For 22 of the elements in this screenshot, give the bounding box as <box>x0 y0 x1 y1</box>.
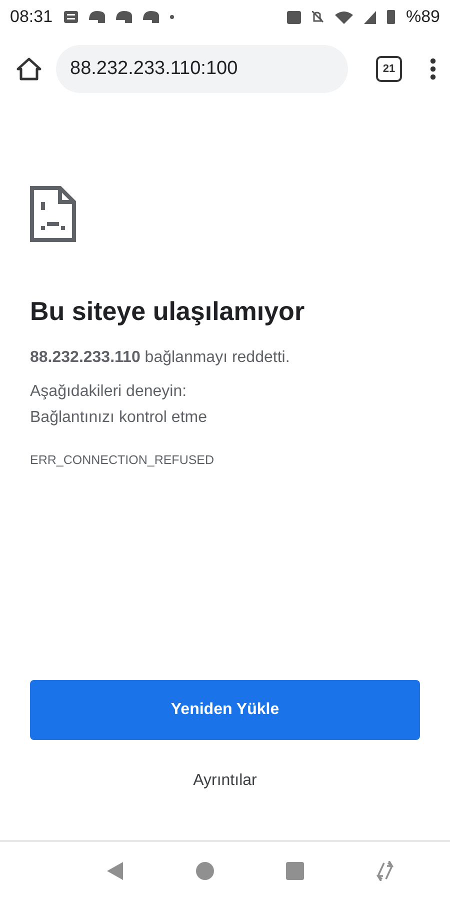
home-circle-icon[interactable] <box>196 862 214 880</box>
menu-icon[interactable] <box>430 58 436 80</box>
reload-button[interactable]: Yeniden Yükle <box>30 680 420 740</box>
tab-count-button[interactable]: 21 <box>376 56 402 82</box>
signal-icon <box>364 10 376 24</box>
dot-icon <box>170 15 174 19</box>
battery-percent: %89 <box>406 7 440 27</box>
news-icon <box>64 11 78 23</box>
sad-page-icon <box>30 186 76 242</box>
address-field[interactable]: 88.232.233.110:100 <box>56 45 348 93</box>
home-icon[interactable] <box>16 57 42 81</box>
back-icon[interactable] <box>106 861 124 881</box>
clock-time: 08:31 <box>10 7 53 27</box>
error-message: 88.232.233.110 bağlanmayı reddetti. <box>30 349 291 367</box>
battery-icon <box>386 10 395 24</box>
wifi-icon <box>334 10 353 24</box>
details-button[interactable]: Ayrıntılar <box>185 766 265 796</box>
error-code: ERR_CONNECTION_REFUSED <box>30 453 216 467</box>
bell-off-icon <box>312 11 324 23</box>
suggestion-text: Bağlantınızı kontrol etme <box>30 409 208 427</box>
error-heading: Bu siteye ulaşılamıyor <box>30 296 306 327</box>
suggestions-title: Aşağıdakileri deneyin: <box>30 383 188 401</box>
